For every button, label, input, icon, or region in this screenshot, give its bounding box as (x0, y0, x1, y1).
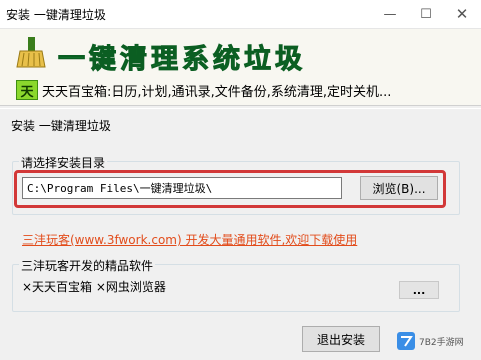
watermark-text: 7B2手游网 (419, 337, 464, 348)
tiantian-icon: 天 (16, 80, 38, 100)
watermark: 7B2手游网 (396, 328, 476, 354)
watermark-logo-icon (397, 332, 415, 350)
install-dir-group-title: 请选择安装目录 (19, 154, 108, 171)
header-banner: 一键清理系统垃圾 天 天天百宝箱:日历,计划,通讯录,文件备份,系统清理,定时关… (0, 29, 481, 105)
window-title: 安装 一键清理垃圾 (6, 8, 106, 22)
broom-icon (16, 37, 46, 68)
install-label: 安装 一键清理垃圾 (11, 119, 111, 133)
minimize-icon: — (383, 6, 397, 22)
close-icon: ✕ (455, 5, 469, 23)
exit-install-button[interactable]: 退出安装 (302, 326, 380, 352)
promo-link[interactable]: 三沣玩客(www.3fwork.com) 开发大量通用软件,欢迎下载使用 (22, 231, 357, 248)
minimize-button[interactable]: — (372, 0, 408, 28)
browse-button[interactable]: 浏览(B)... (360, 176, 438, 200)
products-group-title: 三沣玩客开发的精品软件 (19, 257, 156, 274)
install-dir-input[interactable] (22, 177, 342, 199)
feature-list: 天天百宝箱:日历,计划,通讯录,文件备份,系统清理,定时关机... (42, 85, 392, 100)
maximize-icon: ☐ (420, 6, 432, 22)
more-products-button[interactable]: ... (399, 281, 439, 299)
products-list: ×天天百宝箱 ×网虫浏览器 (22, 280, 166, 294)
title-bar: 安装 一键清理垃圾 — ☐ ✕ (0, 0, 481, 29)
close-button[interactable]: ✕ (444, 0, 480, 28)
divider (0, 105, 481, 109)
app-name-title: 一键清理系统垃圾 (58, 44, 306, 76)
maximize-button[interactable]: ☐ (408, 0, 444, 28)
